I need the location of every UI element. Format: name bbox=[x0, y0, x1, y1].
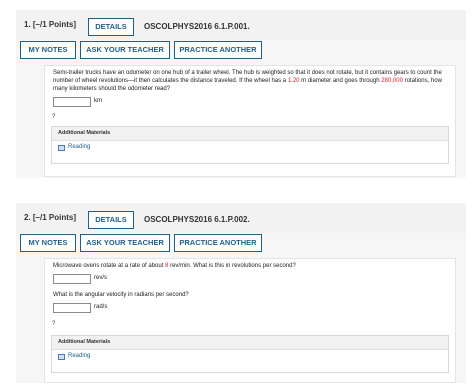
answer-input-rad-per-s[interactable] bbox=[53, 303, 91, 313]
question-header: 1. [–/1 Points] DETAILS OSCOLPHYS2016 6.… bbox=[16, 10, 466, 40]
question-code: OSCOLPHYS2016 6.1.P.002. bbox=[144, 215, 250, 224]
additional-materials-title: Additional Materials bbox=[58, 130, 111, 136]
ask-your-teacher-button[interactable]: ASK YOUR TEACHER bbox=[80, 41, 170, 59]
practice-another-button[interactable]: PRACTICE ANOTHER bbox=[174, 234, 262, 252]
details-button[interactable]: DETAILS bbox=[88, 211, 134, 229]
question-card-1: 1. [–/1 Points] DETAILS OSCOLPHYS2016 6.… bbox=[16, 10, 466, 178]
additional-materials-box: Additional Materials Reading bbox=[51, 126, 449, 164]
reading-label[interactable]: Reading bbox=[68, 144, 90, 150]
ask-your-teacher-button[interactable]: ASK YOUR TEACHER bbox=[80, 234, 170, 252]
rotations-value: 280,000 bbox=[381, 78, 403, 84]
reading-label[interactable]: Reading bbox=[68, 353, 90, 359]
my-notes-button[interactable]: MY NOTES bbox=[20, 234, 76, 252]
question-mark: ? bbox=[52, 321, 56, 327]
question-header: 2. [–/1 Points] DETAILS OSCOLPHYS2016 6.… bbox=[16, 203, 466, 233]
book-icon bbox=[58, 145, 65, 151]
answer-unit-2: rad/s bbox=[94, 304, 108, 310]
answer-unit: rev/s bbox=[94, 275, 108, 281]
question-points: 2. [–/1 Points] bbox=[24, 213, 77, 222]
question-body: Microwave ovens rotate at a rate of abou… bbox=[44, 258, 456, 383]
question-text: Microwave ovens rotate at a rate of abou… bbox=[53, 263, 296, 269]
answer-input-km[interactable] bbox=[53, 97, 91, 107]
second-question-text: What is the angular velocity in radians … bbox=[53, 292, 189, 298]
additional-materials-header: Additional Materials bbox=[52, 336, 448, 350]
additional-materials-header: Additional Materials bbox=[52, 127, 448, 141]
my-notes-button[interactable]: MY NOTES bbox=[20, 41, 76, 59]
book-icon bbox=[58, 354, 65, 360]
question-card-2: 2. [–/1 Points] DETAILS OSCOLPHYS2016 6.… bbox=[16, 203, 466, 383]
practice-another-button[interactable]: PRACTICE ANOTHER bbox=[174, 41, 262, 59]
diameter-value: 1.20 bbox=[287, 78, 300, 84]
question-text: Semi-trailer trucks have an odometer on … bbox=[53, 70, 442, 92]
answer-unit: km bbox=[94, 98, 102, 104]
question-mark: ? bbox=[52, 114, 56, 120]
additional-materials-box: Additional Materials Reading bbox=[51, 335, 449, 373]
details-button[interactable]: DETAILS bbox=[88, 18, 134, 36]
question-code: OSCOLPHYS2016 6.1.P.001. bbox=[144, 22, 250, 31]
question-body: Semi-trailer trucks have an odometer on … bbox=[44, 65, 456, 177]
additional-materials-title: Additional Materials bbox=[58, 339, 111, 345]
answer-input-rev-per-s[interactable] bbox=[53, 274, 91, 284]
question-points: 1. [–/1 Points] bbox=[24, 20, 77, 29]
